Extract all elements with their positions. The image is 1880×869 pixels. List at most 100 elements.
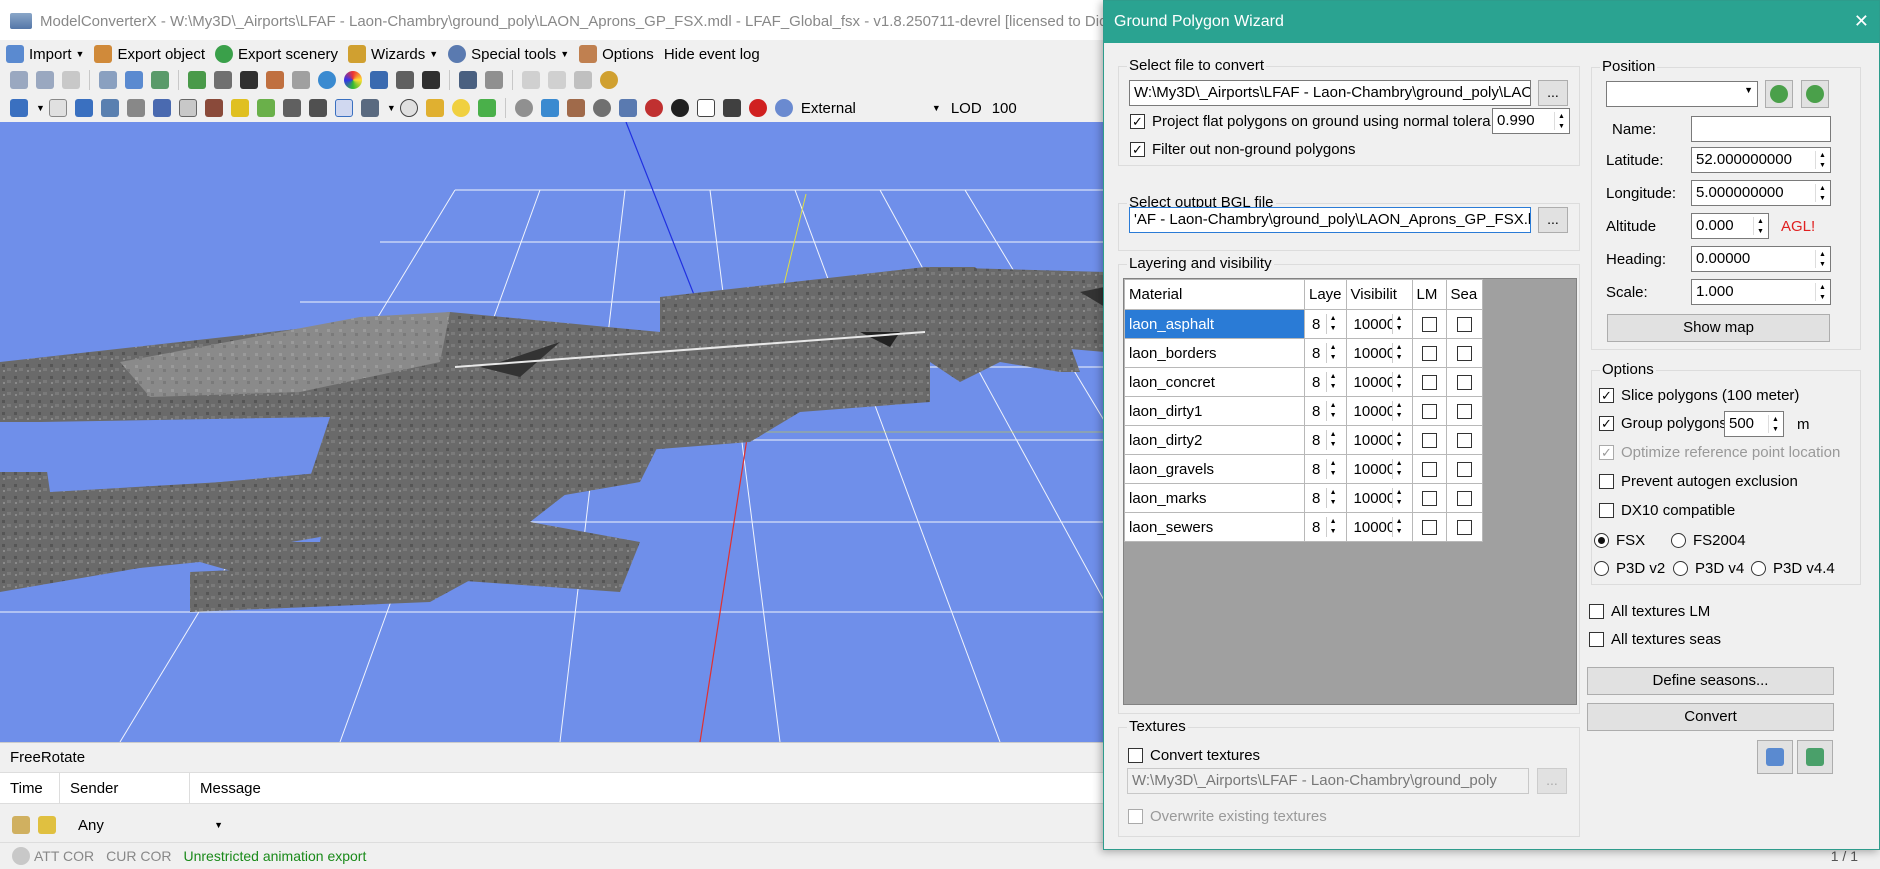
lm-checkbox[interactable]	[1421, 374, 1437, 390]
cube-icon[interactable]	[540, 99, 559, 117]
lm-cell[interactable]	[1411, 425, 1447, 455]
convert-textures-checkbox[interactable]: Convert textures	[1128, 747, 1260, 764]
airplane-icon[interactable]	[308, 99, 327, 117]
night-ball-icon[interactable]	[670, 99, 689, 117]
material-name-cell[interactable]: laon_borders	[1124, 338, 1305, 368]
lm-cell[interactable]	[1411, 396, 1447, 426]
locate-button[interactable]	[1801, 80, 1829, 108]
bulb-icon[interactable]	[451, 99, 470, 117]
altitude-spinbox[interactable]: 0.000 ▲ ▼	[1691, 213, 1769, 239]
overwrite-textures-checkbox[interactable]: Overwrite existing textures	[1128, 808, 1327, 825]
material-name-cell[interactable]: laon_sewers	[1124, 512, 1305, 542]
log-col-sender[interactable]: Sender	[60, 773, 190, 803]
sim-radio-p3d-v2[interactable]: P3D v2	[1594, 560, 1665, 577]
bounding-box-icon[interactable]	[178, 99, 197, 117]
hide-event-log-button[interactable]: Hide event log	[664, 42, 760, 66]
select-cursor-icon[interactable]	[48, 99, 67, 117]
sphere-icon[interactable]	[592, 99, 611, 117]
attach-point-icon[interactable]	[126, 99, 145, 117]
broom-icon[interactable]	[38, 816, 56, 834]
shade-icon[interactable]	[722, 99, 741, 117]
undo-icon[interactable]	[522, 71, 540, 89]
export-scenery-button[interactable]: Export scenery	[214, 42, 338, 66]
spin-arrows-icon[interactable]: ▲ ▼	[1391, 488, 1406, 508]
seasons-checkbox[interactable]	[1456, 461, 1472, 477]
refresh-icon[interactable]	[477, 99, 496, 117]
animation-icon[interactable]	[240, 71, 258, 89]
scale-spinbox[interactable]: 1.000 ▲ ▼	[1691, 279, 1831, 305]
seasons-cell[interactable]	[1445, 338, 1483, 368]
panel-icon[interactable]	[485, 71, 503, 89]
visibility-cell[interactable]: 10000 ▲ ▼	[1345, 483, 1413, 513]
material-name-cell[interactable]: laon_concret	[1124, 367, 1305, 397]
lm-checkbox[interactable]	[1421, 316, 1437, 332]
lm-checkbox[interactable]	[1421, 461, 1437, 477]
lm-cell[interactable]	[1411, 338, 1447, 368]
special-tools-menu[interactable]: Special tools ▼	[448, 42, 569, 66]
output-browse-button[interactable]: ...	[1538, 207, 1568, 233]
hierarchy-icon[interactable]	[151, 71, 169, 89]
forward-arrow-icon[interactable]	[36, 71, 54, 89]
runway-icon[interactable]	[282, 99, 301, 117]
name-input[interactable]	[1691, 116, 1831, 142]
spin-arrows-icon[interactable]: ▲ ▼	[1325, 459, 1340, 479]
chevron-down-icon[interactable]: ▼	[36, 103, 45, 113]
pin-icon[interactable]	[125, 71, 143, 89]
close-icon[interactable]: ✕	[1854, 11, 1869, 32]
all-textures-lm-checkbox[interactable]: All textures LM	[1589, 603, 1710, 620]
layer-cell[interactable]: 8 ▲ ▼	[1304, 483, 1347, 513]
material-name-cell[interactable]: laon_asphalt	[1124, 309, 1305, 339]
ball-icon[interactable]	[644, 99, 663, 117]
layers-icon[interactable]	[370, 71, 388, 89]
table-row[interactable]: laon_borders 8 ▲ ▼ 10000 ▲ ▼	[1124, 338, 1483, 368]
slice-polygons-checkbox[interactable]: ✓ Slice polygons (100 meter)	[1599, 387, 1799, 404]
seasons-checkbox[interactable]	[1456, 490, 1472, 506]
log-col-time[interactable]: Time	[0, 773, 60, 803]
spin-arrows-icon[interactable]: ▲ ▼	[1815, 151, 1829, 169]
lm-cell[interactable]	[1411, 483, 1447, 513]
col-material[interactable]: Material	[1124, 279, 1305, 310]
seasons-checkbox[interactable]	[1456, 374, 1472, 390]
notepad-icon[interactable]	[12, 816, 30, 834]
spin-arrows-icon[interactable]: ▲ ▼	[1325, 372, 1340, 392]
spin-arrows-icon[interactable]: ▲ ▼	[1325, 517, 1340, 537]
sim-radio-p3d-v44[interactable]: P3D v4.4	[1751, 560, 1835, 577]
col-lm[interactable]: LM	[1411, 279, 1447, 310]
axis-icon[interactable]	[100, 99, 119, 117]
table-row[interactable]: laon_dirty2 8 ▲ ▼ 10000 ▲ ▼	[1124, 425, 1483, 455]
show-map-button[interactable]: Show map	[1607, 314, 1830, 342]
document-icon[interactable]	[62, 71, 80, 89]
back-arrow-icon[interactable]	[10, 71, 28, 89]
material-editor-icon[interactable]	[188, 71, 206, 89]
globe-icon[interactable]	[318, 71, 336, 89]
output-file-input[interactable]: 'AF - Laon-Chambry\ground_poly\LAON_Apro…	[1129, 207, 1531, 233]
spin-arrows-icon[interactable]: ▲ ▼	[1768, 415, 1782, 433]
spin-arrows-icon[interactable]: ▲ ▼	[1391, 372, 1406, 392]
export-object-button[interactable]: Export object	[94, 42, 205, 66]
wire-grid-icon[interactable]	[696, 99, 715, 117]
eye-icon[interactable]	[774, 99, 793, 117]
layer-cell[interactable]: 8 ▲ ▼	[1304, 338, 1347, 368]
table-row[interactable]: laon_dirty1 8 ▲ ▼ 10000 ▲ ▼	[1124, 396, 1483, 426]
spin-arrows-icon[interactable]: ▲ ▼	[1391, 343, 1406, 363]
fit-view-icon[interactable]	[10, 99, 28, 117]
layer-cell[interactable]: 8 ▲ ▼	[1304, 396, 1347, 426]
wireframe-icon[interactable]	[334, 99, 353, 117]
clock-icon[interactable]	[600, 71, 618, 89]
log-filter-select[interactable]: Any ▼	[78, 817, 223, 834]
load-settings-button[interactable]	[1797, 740, 1833, 774]
sim-radio-fsx[interactable]: FSX	[1594, 532, 1645, 549]
lod-value[interactable]: 100	[992, 100, 1017, 117]
filter-non-ground-checkbox[interactable]: ✓ Filter out non-ground polygons	[1130, 141, 1355, 158]
seasons-checkbox[interactable]	[1456, 345, 1472, 361]
dx10-checkbox[interactable]: DX10 compatible	[1599, 502, 1735, 519]
terrain-icon[interactable]	[256, 99, 275, 117]
magnifier-icon[interactable]	[99, 71, 117, 89]
source-file-input[interactable]: W:\My3D\_Airports\LFAF - Laon-Chambry\gr…	[1129, 80, 1531, 106]
convert-button[interactable]: Convert	[1587, 703, 1834, 731]
options-button[interactable]: Options	[579, 42, 654, 66]
group-size-spinbox[interactable]: 500 ▲ ▼	[1724, 411, 1784, 437]
spin-arrows-icon[interactable]: ▲ ▼	[1391, 314, 1406, 334]
attach-icon[interactable]	[574, 71, 592, 89]
pick-location-button[interactable]	[1765, 80, 1793, 108]
